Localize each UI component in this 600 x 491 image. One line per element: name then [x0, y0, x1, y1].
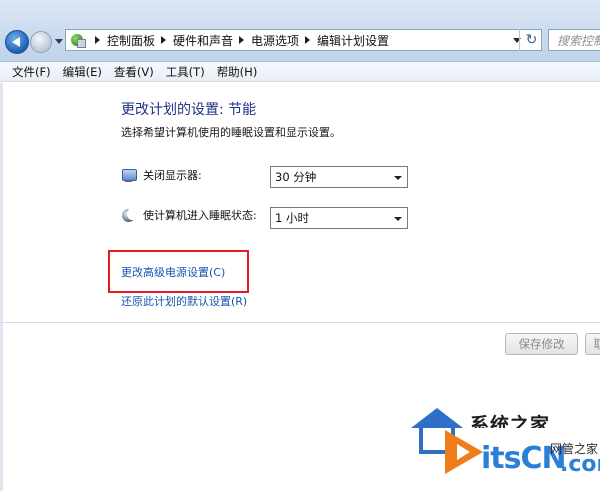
menu-file[interactable]: 文件(F): [6, 64, 57, 80]
breadcrumb-label: 编辑计划设置: [317, 33, 390, 48]
watermark-domain: .com: [560, 452, 600, 477]
advanced-power-settings-link[interactable]: 更改高级电源设置(C): [121, 264, 225, 280]
sleep-row: 使计算机进入睡眠状态:: [121, 207, 257, 223]
breadcrumb-label: 电源选项: [251, 33, 300, 48]
watermark-roof-shape: [411, 408, 463, 428]
dropdown-arrow-icon: [394, 217, 402, 221]
chevron-right-icon: [161, 36, 167, 44]
control-panel-icon: [71, 33, 86, 48]
menu-tools[interactable]: 工具(T): [160, 64, 211, 80]
display-off-value: 30 分钟: [275, 170, 317, 184]
address-box[interactable]: 控制面板 硬件和声音 电源选项 编辑计划设置: [65, 29, 542, 51]
chevron-right-icon: [305, 36, 311, 44]
recent-pages-chevron-icon[interactable]: [55, 39, 63, 44]
forward-button[interactable]: [30, 31, 52, 53]
page-description: 选择希望计算机使用的睡眠设置和显示设置。: [121, 126, 341, 139]
breadcrumb-root-arrow[interactable]: [89, 36, 107, 44]
breadcrumb-power-options[interactable]: 电源选项: [251, 32, 317, 49]
moon-icon: [121, 207, 137, 223]
menu-edit[interactable]: 编辑(E): [57, 64, 108, 80]
search-placeholder: 搜索控制: [557, 33, 600, 48]
content-divider: [0, 322, 600, 323]
cancel-button[interactable]: 取消: [585, 333, 600, 355]
menu-help[interactable]: 帮助(H): [211, 64, 264, 80]
menu-view[interactable]: 查看(V): [108, 64, 160, 80]
display-off-label: 关闭显示器:: [143, 169, 202, 182]
sleep-select[interactable]: 1 小时: [270, 207, 408, 229]
address-toolbar: 控制面板 硬件和声音 电源选项 编辑计划设置 ↻ 搜索控制: [0, 0, 600, 62]
save-changes-button[interactable]: 保存修改: [505, 333, 578, 355]
watermark-title: 系统之家: [470, 414, 551, 428]
watermark-play-inner: [457, 444, 470, 460]
display-off-row: 关闭显示器:: [121, 167, 202, 183]
chevron-right-icon: [239, 36, 245, 44]
back-button[interactable]: [5, 30, 29, 54]
search-input[interactable]: 搜索控制: [548, 29, 600, 51]
window-left-border: [0, 83, 3, 491]
display-off-select[interactable]: 30 分钟: [270, 166, 408, 188]
breadcrumb-label: 控制面板: [107, 33, 156, 48]
chevron-right-icon: [95, 36, 100, 44]
refresh-icon: ↻: [525, 32, 538, 48]
monitor-icon: [121, 168, 137, 183]
dropdown-arrow-icon: [394, 176, 402, 180]
sleep-value: 1 小时: [275, 211, 309, 225]
restore-defaults-link[interactable]: 还原此计划的默认设置(R): [121, 293, 247, 309]
breadcrumb-label: 硬件和声音: [173, 33, 234, 48]
breadcrumb-control-panel[interactable]: 控制面板: [107, 32, 173, 49]
breadcrumb-hardware-sound[interactable]: 硬件和声音: [173, 32, 251, 49]
breadcrumb-edit-plan[interactable]: 编辑计划设置: [317, 32, 389, 49]
menu-bar: 文件(F) 编辑(E) 查看(V) 工具(T) 帮助(H): [0, 62, 600, 82]
page-title: 更改计划的设置: 节能: [121, 102, 257, 118]
refresh-button[interactable]: ↻: [519, 29, 543, 51]
sleep-label: 使计算机进入睡眠状态:: [143, 209, 257, 222]
